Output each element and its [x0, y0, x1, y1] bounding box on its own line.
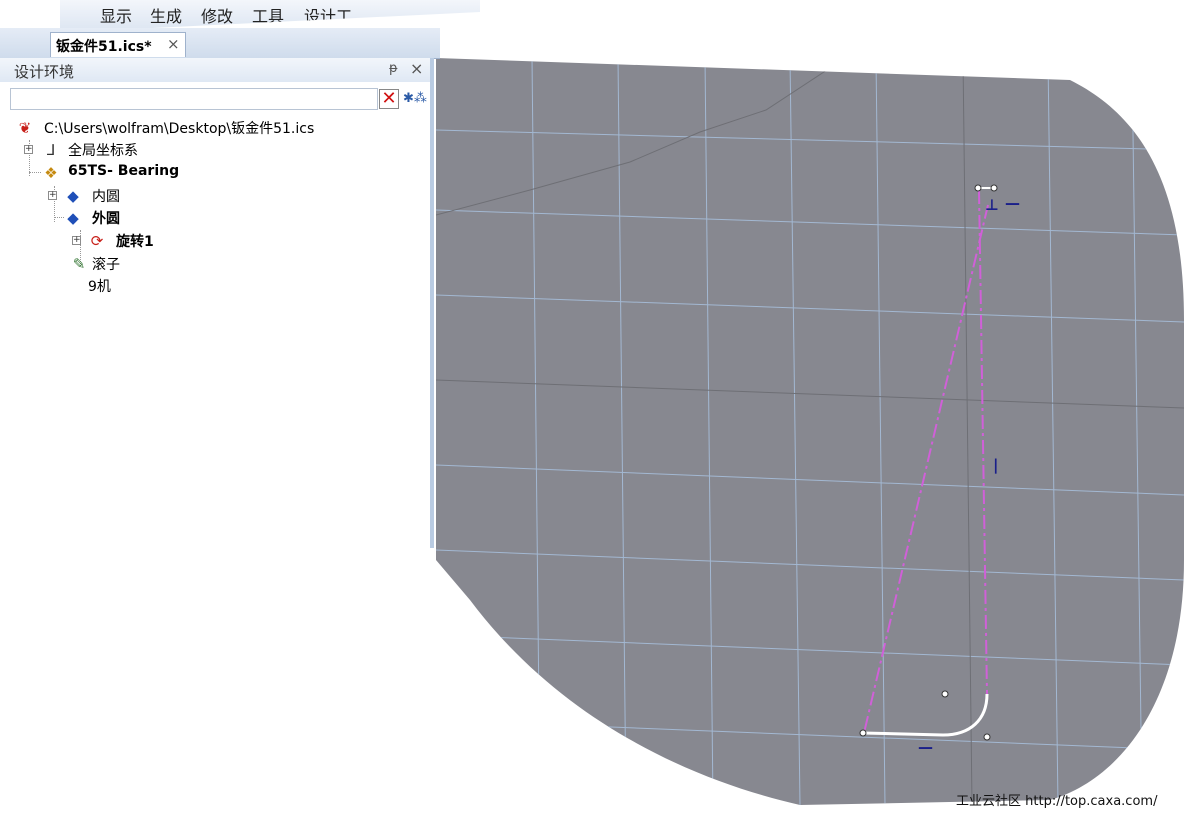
horizontal-constraint-icon-bottom: —	[918, 738, 933, 756]
expand-icon[interactable]: +	[24, 145, 33, 154]
pin-icon[interactable]: ᵽ	[389, 61, 398, 76]
clear-icon[interactable]: ✕	[379, 89, 399, 109]
tree-item-inner-ring[interactable]: + ◆ 内圆	[46, 186, 346, 206]
tree-item-label: 全局坐标系	[68, 143, 138, 159]
menu-modify[interactable]: 修改	[201, 3, 233, 27]
design-environment-panel: 设计环境 ᵽ × ✕ ✱⁂ ❦ C:\Users\wolfram\Desktop…	[0, 58, 434, 548]
vertical-constraint-icon: |	[993, 456, 998, 475]
close-icon[interactable]: ×	[167, 35, 180, 53]
file-icon: ❦	[18, 119, 32, 137]
axes-icon: ⅃	[46, 141, 56, 159]
viewport-surface	[436, 58, 1184, 805]
panel-close-icon[interactable]: ×	[410, 59, 423, 78]
panel-header: 设计环境 ᵽ ×	[0, 58, 430, 82]
menu-display[interactable]: 显示	[100, 3, 132, 27]
horizontal-constraint-icon: —	[1005, 194, 1020, 212]
tree-item-label: 内圆	[92, 189, 120, 205]
perpendicular-constraint-icon: ⊥	[985, 196, 999, 214]
search-input[interactable]	[10, 88, 378, 110]
part-icon: ◆	[67, 209, 79, 227]
part-icon: ◆	[67, 187, 79, 205]
tree-item-label: 外圆	[92, 211, 120, 227]
revolve-icon: ⟳	[90, 232, 104, 250]
tree-root[interactable]: ❦ C:\Users\wolfram\Desktop\钣金件51.ics	[14, 118, 424, 138]
tree-item-partial[interactable]: 9机	[88, 276, 288, 296]
expand-icon[interactable]: +	[48, 191, 57, 200]
tree-item-label: 9机	[88, 279, 111, 295]
tree-item-label: 滚子	[92, 257, 120, 273]
tree-item-assembly[interactable]: ❖ 65TS- Bearing	[22, 163, 322, 183]
tree-item-outer-ring[interactable]: ◆ 外圆	[46, 208, 346, 228]
document-tab[interactable]: 钣金件51.ics* ×	[50, 32, 186, 57]
assembly-icon: ❖	[44, 164, 58, 182]
tree-item-coord-system[interactable]: + ⅃ 全局坐标系	[22, 140, 322, 160]
watermark-text: 工业云社区 http://top.caxa.com/	[956, 794, 1158, 809]
tree-item-revolve[interactable]: + ⟳ 旋转1	[70, 231, 370, 251]
filter-icon[interactable]: ✱⁂	[403, 89, 427, 109]
expand-icon[interactable]: +	[72, 236, 81, 245]
roller-icon: ✎	[72, 255, 86, 273]
tree-root-label: C:\Users\wolfram\Desktop\钣金件51.ics	[44, 121, 315, 137]
menu-generate[interactable]: 生成	[150, 3, 182, 27]
tree-item-label: 旋转1	[116, 234, 154, 250]
panel-title: 设计环境	[14, 63, 75, 81]
document-tab-title: 钣金件51.ics*	[56, 39, 152, 55]
tree-item-label: 65TS- Bearing	[68, 163, 180, 179]
tree-item-roller[interactable]: ✎ 滚子	[70, 254, 370, 274]
